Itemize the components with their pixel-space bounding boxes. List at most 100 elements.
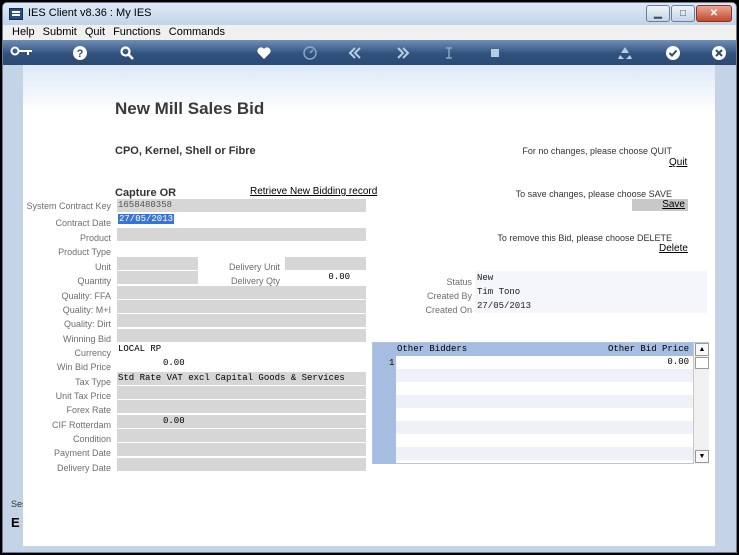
label-condition: Condition — [72, 434, 111, 444]
row-number-column: 1 — [373, 356, 396, 464]
search-icon[interactable] — [117, 43, 137, 62]
quantity-field[interactable] — [117, 271, 198, 284]
menu-submit[interactable]: Submit — [43, 25, 77, 40]
col-other-bid-price[interactable]: Other Bid Price — [608, 343, 689, 356]
label-winning-bid: Winning Bid — [62, 334, 111, 344]
label-created-by: Created By — [426, 291, 472, 301]
delivery-unit-field[interactable] — [285, 257, 366, 270]
label-quality-dirt: Quality: Dirt — [63, 319, 111, 329]
fast-forward-icon[interactable] — [393, 43, 413, 62]
page-subtitle: CPO, Kernel, Shell or Fibre — [115, 145, 256, 157]
condition-field[interactable] — [117, 429, 366, 442]
scroll-up-button[interactable]: ▲ — [695, 343, 709, 356]
status-bar — [3, 546, 736, 552]
table-row-empty[interactable] — [396, 408, 693, 421]
table-row-empty[interactable] — [396, 369, 693, 382]
menu-bar: Help Submit Quit Functions Commands — [3, 25, 736, 40]
quit-instruction: For no changes, please choose QUIT — [522, 146, 672, 156]
delete-instruction: To remove this Bid, please choose DELETE — [497, 233, 672, 243]
bid-price-cell[interactable]: 0.00 — [667, 356, 689, 369]
table-row-empty[interactable] — [396, 421, 693, 434]
heart-icon[interactable] — [254, 43, 274, 62]
side-e-label: E — [11, 515, 20, 530]
quality-dirt-field[interactable] — [117, 314, 366, 327]
page-title: New Mill Sales Bid — [115, 99, 265, 118]
label-system-contract-key: System Contract Key — [26, 201, 111, 211]
label-payment-date: Payment Date — [53, 448, 111, 458]
payment-date-field[interactable] — [117, 443, 366, 456]
win-bid-price-field[interactable]: 0.00 — [117, 357, 366, 370]
menu-functions[interactable]: Functions — [113, 25, 161, 40]
system-contract-key-field[interactable]: 1658480358 — [117, 199, 366, 212]
scroll-down-button[interactable]: ▼ — [695, 450, 709, 463]
table-row-empty[interactable] — [396, 382, 693, 395]
minimize-button[interactable]: ▁ — [646, 5, 670, 22]
help-icon[interactable]: ? — [70, 43, 90, 62]
label-contract-date: Contract Date — [55, 218, 111, 228]
label-product-type: Product Type — [58, 247, 111, 257]
product-type-field[interactable] — [117, 242, 366, 255]
recycle-icon[interactable] — [615, 43, 635, 62]
menu-commands[interactable]: Commands — [169, 25, 225, 40]
menu-help[interactable]: Help — [12, 25, 35, 40]
winning-bid-field[interactable] — [117, 329, 366, 342]
grid-header: Other Bidders Other Bid Price — [373, 343, 693, 356]
contract-date-field[interactable]: 27/05/2013 — [117, 213, 366, 226]
save-button[interactable]: Save — [632, 199, 688, 211]
app-icon — [9, 8, 23, 20]
unit-tax-price-field[interactable] — [117, 386, 366, 399]
title-bar[interactable]: IES Client v8.36 : My IES ▁ □ ✕ — [3, 3, 736, 25]
label-win-bid-price: Win Bid Price — [56, 362, 111, 372]
status-value: New — [475, 271, 707, 285]
col-other-bidders[interactable]: Other Bidders — [397, 343, 467, 356]
cif-rotterdam-field[interactable]: 0.00 — [117, 415, 366, 428]
label-delivery-date: Delivery Date — [56, 463, 111, 473]
scroll-thumb[interactable] — [695, 357, 709, 369]
label-quantity: Quantity — [77, 276, 111, 286]
check-icon[interactable] — [663, 43, 683, 62]
label-product: Product — [79, 233, 111, 243]
key-icon[interactable] — [9, 43, 35, 62]
clock-icon[interactable] — [300, 43, 320, 62]
forex-rate-field[interactable] — [117, 400, 366, 413]
product-field[interactable] — [117, 228, 366, 241]
created-by-value: Tim Tono — [475, 285, 707, 299]
other-bidders-grid[interactable]: Other Bidders Other Bid Price 1 0.00 ▲ ▼ — [372, 342, 709, 464]
contract-date-selected-text: 27/05/2013 — [118, 214, 175, 224]
delivery-qty-field[interactable]: 0.00 — [285, 271, 366, 284]
label-cif-rotterdam: CIF Rotterdam — [51, 420, 111, 430]
window-title: IES Client v8.36 : My IES — [28, 7, 152, 19]
save-instruction: To save changes, please choose SAVE — [515, 189, 672, 199]
currency-field[interactable]: LOCAL RP — [117, 343, 366, 356]
quality-mi-field[interactable] — [117, 300, 366, 313]
delivery-date-field[interactable] — [117, 458, 366, 471]
label-created-on: Created On — [425, 305, 472, 315]
label-delivery-unit: Delivery Unit — [228, 262, 280, 272]
delete-link[interactable]: Delete — [659, 243, 688, 254]
label-forex-rate: Forex Rate — [66, 405, 111, 415]
stop-icon[interactable] — [485, 43, 505, 62]
label-unit-tax-price: Unit Tax Price — [55, 391, 111, 401]
table-row[interactable]: 0.00 — [396, 356, 693, 369]
unit-field[interactable] — [117, 257, 198, 270]
text-cursor-icon[interactable] — [439, 43, 459, 62]
menu-quit[interactable]: Quit — [85, 25, 105, 40]
row-number: 1 — [389, 358, 395, 368]
tax-type-field[interactable]: Std Rate VAT excl Capital Goods & Servic… — [117, 372, 366, 385]
close-window-button[interactable]: ✕ — [696, 5, 732, 22]
label-delivery-qty: Delivery Qty — [230, 276, 280, 286]
retrieve-bidding-link[interactable]: Retrieve New Bidding record — [250, 186, 377, 197]
label-quality-mi: Quality: M+I — [62, 305, 111, 315]
quality-ffa-field[interactable] — [117, 286, 366, 299]
quit-link[interactable]: Quit — [669, 157, 687, 168]
table-row-empty[interactable] — [396, 447, 693, 460]
label-tax-type: Tax Type — [75, 377, 111, 387]
maximize-button[interactable]: □ — [671, 5, 695, 22]
rewind-icon[interactable] — [345, 43, 365, 62]
table-row-empty[interactable] — [396, 395, 693, 408]
section-heading: Capture OR — [115, 187, 177, 199]
label-quality-ffa: Quality: FFA — [61, 291, 111, 301]
grid-scrollbar[interactable]: ▲ ▼ — [693, 343, 709, 464]
table-row-empty[interactable] — [396, 434, 693, 447]
close-icon[interactable] — [709, 43, 729, 62]
